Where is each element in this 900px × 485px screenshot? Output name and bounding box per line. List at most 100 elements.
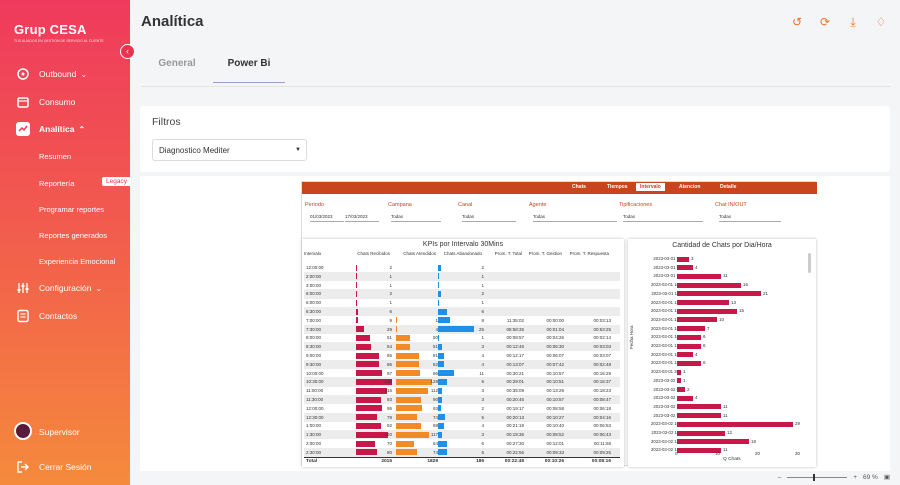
avatar[interactable] (14, 422, 32, 440)
chart-data-label: 6 (703, 334, 706, 340)
table-cell: 93 (386, 397, 392, 402)
submenu-programar-reportes[interactable]: Programar reportes (39, 205, 104, 214)
analytics-icon (16, 122, 30, 136)
kpi-column-header[interactable]: Prom. T. Total (484, 251, 522, 256)
table-cell: 00:18:23 (593, 388, 611, 394)
history-icon[interactable]: ↺ (790, 15, 804, 29)
chart-bar[interactable] (677, 369, 681, 375)
tab-general[interactable]: General (141, 58, 213, 83)
table-cell: 00:03:13 (593, 317, 611, 323)
kpi-column-header[interactable]: Chats Atendidos (398, 251, 436, 256)
table-cell: 3 (481, 397, 484, 402)
kpi-bar (396, 326, 398, 333)
submenu-reportes-generados[interactable]: Reportes generados (39, 231, 107, 240)
table-cell: 6 (389, 309, 392, 314)
chart-category-label: 2023-03-01 16 (651, 334, 679, 340)
table-row: 2:00:00 70 64 6 00:27:30 00:12:01 00:11:58 (304, 439, 620, 448)
report-nav: Chats Tiempos Intervalo Atencion Detalle (302, 182, 817, 194)
chart-bar[interactable] (677, 273, 721, 279)
chart-bar[interactable] (677, 265, 693, 271)
filter-canal[interactable]: Todas (462, 213, 516, 222)
kpi-table-title: KPIs por Intervalo 30Mins (422, 241, 504, 248)
chart-bar[interactable] (677, 343, 701, 349)
download-icon[interactable]: ⤓ (846, 15, 860, 29)
report-tab-intervalo[interactable]: Intervalo (636, 183, 665, 191)
kpi-column-header[interactable]: Chats Abandonado (442, 251, 482, 256)
chart-bar[interactable] (677, 317, 717, 323)
collapse-sidebar-button[interactable]: ‹ (120, 44, 135, 59)
sidebar-item-outbound[interactable]: Outbound ⌄ (0, 67, 130, 81)
sidebar-item-configuracion[interactable]: Configuración ⌄ (0, 281, 130, 295)
table-cell: 00:22:56 (506, 449, 524, 455)
sync-icon[interactable]: ⟳ (818, 15, 832, 29)
table-cell: 3 (481, 344, 484, 350)
report-select[interactable]: Diagnostico Mediter ▼ (152, 139, 307, 161)
chart-data-label: 6 (703, 343, 706, 348)
sidebar-item-analitica[interactable]: Analítica ⌃ (0, 122, 130, 136)
chart-x-tick: 20 (755, 451, 761, 456)
zoom-slider[interactable] (787, 473, 848, 481)
chart-bar[interactable] (677, 291, 761, 297)
chart-bar[interactable] (677, 395, 693, 401)
zoom-out-button[interactable]: – (778, 474, 782, 481)
zoom-knob[interactable] (813, 473, 816, 481)
filter-date-from[interactable]: 01/03/2023 (310, 213, 344, 222)
chart-bar[interactable] (677, 334, 701, 340)
submenu-experiencia-emocional[interactable]: Experiencia Emocional (39, 257, 115, 266)
chart-y-label: Fecha Hora (629, 325, 634, 349)
chart-bar[interactable] (677, 404, 721, 410)
report-tab-tiempos[interactable]: Tiempos (607, 184, 627, 190)
bell-icon[interactable]: ♢ (874, 15, 888, 29)
report-tab-atencion[interactable]: Atencion (679, 184, 700, 190)
filter-date-to[interactable]: 17/03/2023 (345, 213, 379, 222)
chart-bar[interactable] (677, 256, 689, 262)
filter-chat-in-out[interactable]: Todas (719, 213, 781, 222)
chart-data-label: 3 (691, 256, 694, 261)
logout-button[interactable]: Cerrar Sesión (0, 460, 130, 474)
kpi-column-header[interactable]: Chats Recibidos (352, 251, 390, 256)
kpi-column-header[interactable]: Prom. T. Gestion (524, 251, 562, 256)
fit-page-icon[interactable]: ▣ (884, 473, 890, 481)
filter-campana[interactable]: Todas (391, 213, 441, 222)
chart-bar[interactable] (677, 421, 793, 427)
chart-bar[interactable] (677, 378, 681, 384)
sidebar-item-contactos[interactable]: Contactos (0, 309, 130, 323)
filter-tipificaciones[interactable]: Todas (623, 213, 703, 222)
table-cell: 120 (384, 432, 392, 438)
zoom-in-button[interactable]: + (853, 474, 857, 481)
chart-data-label: 15 (739, 308, 745, 314)
table-cell: 2 (389, 265, 392, 270)
sidebar-item-consumo[interactable]: Consumo (0, 95, 130, 109)
table-cell: 95 (386, 405, 392, 411)
chart-bar[interactable] (677, 387, 685, 392)
filter-agente[interactable]: Todas (533, 213, 617, 222)
chart-bar[interactable] (677, 326, 705, 332)
chart-scrollbar[interactable] (808, 253, 811, 273)
chart-bar[interactable] (677, 300, 729, 305)
chart-category-label: 2023-03-02 10 (651, 421, 679, 427)
table-cell: 12:00:00 (306, 265, 324, 270)
chart-bar[interactable] (677, 360, 701, 366)
kpi-column-header[interactable]: Prom. T. Respuesta (564, 251, 609, 256)
chart-bar[interactable] (677, 308, 737, 314)
chevron-up-icon: ⌃ (78, 125, 86, 134)
submenu-reporteria[interactable]: Reportería (39, 179, 74, 188)
report-tab-chats[interactable]: Chats (572, 184, 586, 190)
kpi-column-header[interactable]: Intervalo (304, 251, 344, 256)
chart-category-label: 2023-03-01 17 (651, 343, 679, 348)
table-cell: 00:03:07 (593, 353, 611, 358)
user-name: Supervisor (39, 427, 80, 437)
chart-x-tick: 10 (715, 451, 721, 456)
chart-bar[interactable] (677, 413, 721, 419)
table-cell: 1 (389, 273, 392, 279)
chart-bar[interactable] (677, 352, 693, 358)
chart-bar[interactable] (677, 282, 741, 288)
powerbi-report: Chats Tiempos Intervalo Atencion Detalle… (301, 181, 817, 467)
tab-power-bi[interactable]: Power Bi (213, 58, 285, 83)
chart-bar[interactable] (677, 430, 725, 436)
chart-bar[interactable] (677, 439, 749, 445)
table-cell: 9 (389, 317, 392, 323)
submenu-resumen[interactable]: Resumen (39, 152, 71, 161)
report-tab-detalle[interactable]: Detalle (720, 184, 736, 190)
brand-logo: Grup CESA (14, 22, 87, 37)
